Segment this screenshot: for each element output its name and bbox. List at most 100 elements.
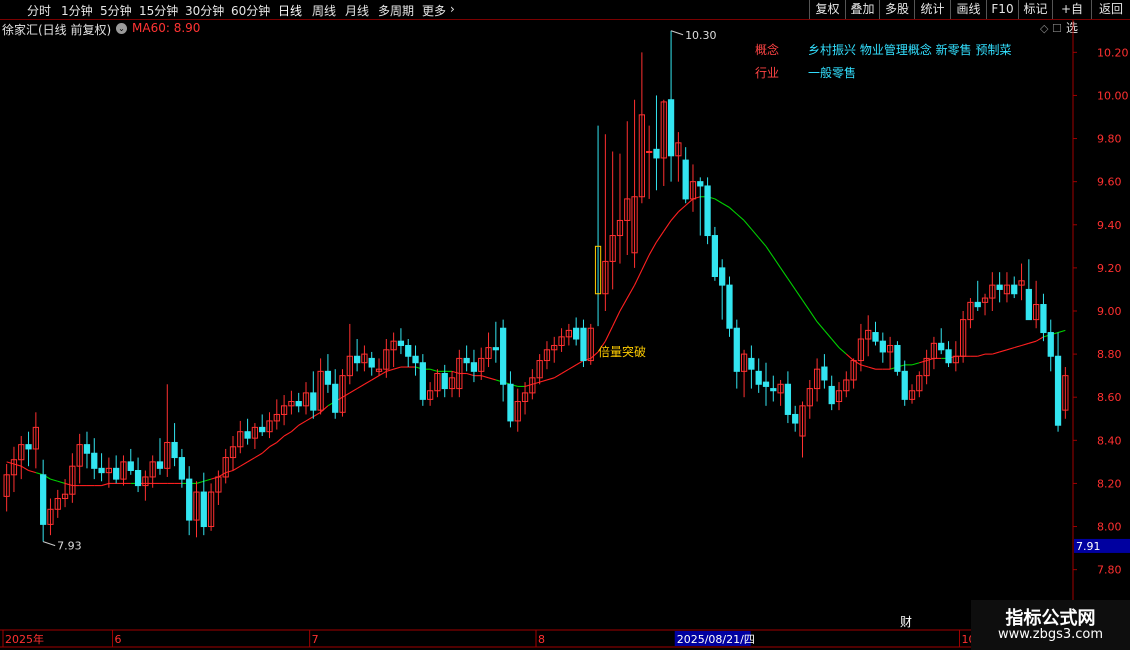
ma-toggle-icon[interactable]: ⌄: [116, 23, 127, 34]
candle-body: [456, 357, 463, 390]
candle-body: [850, 360, 857, 381]
candle-body: [500, 327, 507, 385]
candle-body: [83, 444, 91, 454]
y-tick-label: 10.20: [1097, 46, 1129, 59]
candle-body: [923, 357, 930, 377]
ma60-segment: [64, 482, 73, 487]
y-tick-label: 9.40: [1097, 219, 1122, 232]
ma60-segment: [780, 267, 789, 279]
ma60-segment: [604, 325, 614, 342]
candle-body: [558, 336, 565, 346]
candle-body: [32, 426, 39, 450]
candle-body: [543, 349, 551, 362]
ma60-segment: [999, 349, 1008, 353]
candle-body: [441, 372, 448, 390]
candle-body: [76, 444, 83, 467]
ma60-segment: [634, 269, 643, 286]
ma60-segment: [1035, 336, 1044, 342]
ma60-segment: [553, 373, 562, 379]
period-tab-8[interactable]: 月线: [345, 2, 369, 19]
period-tab-0[interactable]: 分时: [27, 2, 51, 19]
candlestick-chart[interactable]: 10.30 7.93 倍量突破 10.20 10.00 9.80 9.60 9.40 9.20…: [0, 0, 1130, 650]
ma60-segment: [364, 379, 372, 385]
toolbar-button-2[interactable]: 多股: [879, 0, 914, 19]
ma60-segment: [626, 284, 636, 299]
candle-body: [521, 392, 529, 403]
candle-body: [91, 452, 98, 469]
period-tab-4[interactable]: 30分钟: [185, 2, 224, 19]
candle-body: [908, 390, 916, 400]
period-tab-3[interactable]: 15分钟: [139, 2, 178, 19]
candle-body: [200, 491, 207, 528]
ma60-segment: [860, 364, 869, 368]
more-arrow-icon[interactable]: ›: [450, 2, 455, 16]
ma60-segment: [305, 416, 314, 422]
toolbar-button-1[interactable]: 叠加: [845, 0, 879, 19]
toolbar-button-0[interactable]: 复权: [809, 0, 845, 19]
period-tab-5[interactable]: 60分钟: [231, 2, 270, 19]
period-tab-7[interactable]: 周线: [312, 2, 336, 19]
window-icon[interactable]: ☐: [1052, 22, 1062, 35]
candle-body: [273, 413, 280, 422]
toolbar-button-8[interactable]: 返回: [1091, 0, 1130, 19]
y-tick-label: 9.00: [1097, 305, 1122, 318]
ma60-segment: [823, 330, 833, 340]
ma60-segment: [101, 482, 110, 487]
toolbar-button-7[interactable]: +自选: [1052, 0, 1091, 35]
period-tab-9[interactable]: 多周期: [378, 2, 414, 19]
ma60-segment: [977, 353, 986, 357]
ma60-segment: [845, 353, 854, 361]
toolbar-button-3[interactable]: 统计: [914, 0, 950, 19]
ma60-segment: [707, 196, 716, 200]
candle-body: [1003, 284, 1011, 295]
period-tab-6[interactable]: 日线: [278, 2, 302, 19]
ma60-segment: [20, 465, 29, 471]
ma60-segment: [35, 472, 44, 476]
toolbar-button-6[interactable]: 标记: [1018, 0, 1052, 19]
candle-body: [98, 467, 105, 474]
candle-body: [229, 446, 237, 459]
candle-body: [682, 159, 689, 200]
ma60-label: MA60: 8.90: [132, 21, 201, 35]
industry-value[interactable]: 一般零售: [808, 64, 856, 81]
candle-body: [821, 366, 828, 381]
toolbar-button-4[interactable]: 画线: [950, 0, 986, 19]
ma60-segment: [992, 351, 1000, 355]
candle-body: [638, 114, 645, 198]
financial-report-badge[interactable]: 财: [900, 613, 912, 630]
candle-body: [1054, 355, 1062, 426]
candle-body: [383, 349, 390, 370]
ma60-segment: [247, 457, 256, 463]
candle-body: [894, 344, 901, 372]
candle-body: [288, 401, 295, 407]
diamond-icon[interactable]: ◇: [1040, 22, 1048, 35]
period-toolbar: 分时 1分钟 5分钟 15分钟 30分钟 60分钟 日线 周线 月线 多周期 更多 › 复权 叠加 多股 统计…: [0, 0, 1130, 35]
candle-body: [47, 508, 54, 525]
ma60-segment: [393, 366, 402, 370]
candle-body: [602, 260, 609, 295]
period-tab-10[interactable]: 更多: [422, 2, 446, 19]
ma60-segment: [656, 230, 665, 243]
candle-body: [594, 245, 602, 295]
ma60-segment: [283, 431, 292, 437]
chart-corner-icons[interactable]: ◇ ☐: [1040, 22, 1062, 35]
candle-body: [478, 357, 485, 372]
ma60-segment: [57, 480, 66, 484]
signal-label: 倍量突破: [598, 344, 646, 359]
ma60-segment: [466, 372, 475, 377]
candle-body: [792, 413, 799, 424]
candle-body: [996, 284, 1003, 290]
candle-body: [317, 370, 324, 411]
candle-body: [536, 360, 543, 379]
y-tick-label: 7.80: [1097, 564, 1122, 577]
ma60-segment: [670, 211, 679, 221]
concept-value[interactable]: 乡村振兴 物业管理概念 新零售 预制菜: [808, 41, 1011, 58]
candle-body: [587, 327, 594, 362]
candle-body: [1062, 375, 1069, 411]
period-tab-2[interactable]: 5分钟: [100, 2, 132, 19]
low-marker-label: 7.93: [57, 540, 81, 553]
low-marker-line: [42, 541, 56, 547]
x-tick-label: 2025年: [5, 632, 44, 646]
toolbar-button-5[interactable]: F10: [986, 0, 1018, 19]
period-tab-1[interactable]: 1分钟: [61, 2, 93, 19]
